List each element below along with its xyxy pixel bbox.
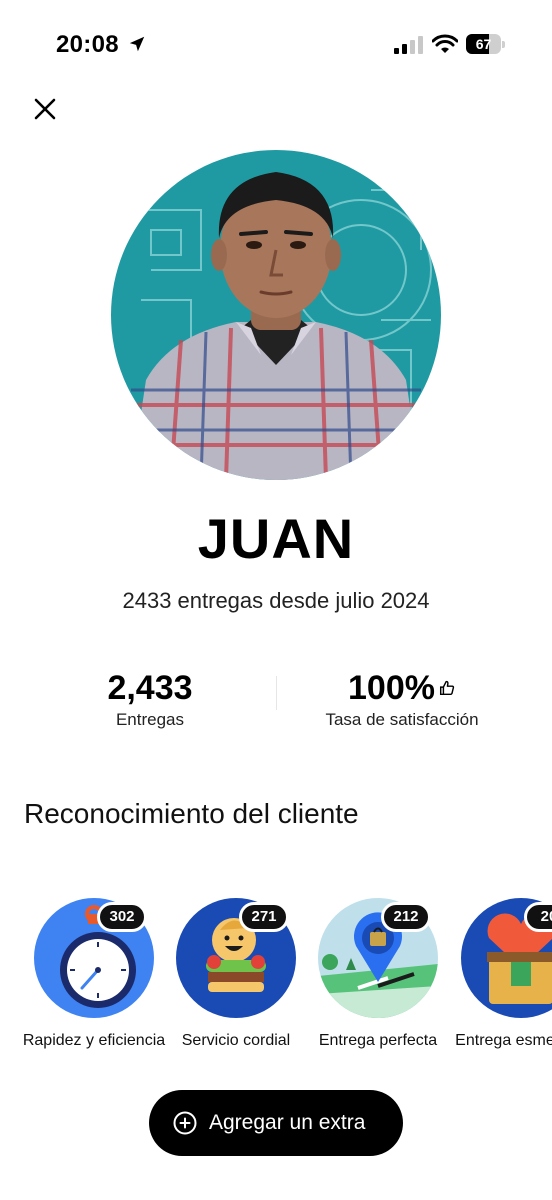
stat-satisfaction-value-row: 100%	[272, 668, 532, 708]
badge-label: Entrega perfecta	[318, 1032, 438, 1049]
stat-satisfaction-label: Tasa de satisfacción	[325, 710, 479, 729]
delivery-summary: 2433 entregas desde julio 2024	[122, 588, 430, 613]
badge-count: 271	[239, 902, 289, 932]
battery-indicator: 67	[466, 34, 506, 54]
close-button[interactable]	[28, 92, 62, 126]
status-time: 20:08	[56, 31, 119, 58]
stat-deliveries-value: 2,433	[107, 669, 193, 707]
badge-count: 212	[381, 902, 431, 932]
cellular-signal-icon	[394, 36, 423, 54]
badge-label: Rapidez y eficiencia	[22, 1032, 166, 1049]
badge-friendly-service[interactable]: 271 Servicio cordial	[171, 898, 301, 1078]
driver-avatar	[111, 150, 441, 480]
stat-deliveries: 2,433 Entregas	[20, 668, 280, 730]
section-title-recognition: Reconocimiento del cliente	[24, 798, 359, 829]
badge-label: Entrega esmerada	[455, 1032, 552, 1049]
plus-circle-icon	[173, 1111, 197, 1135]
badge-careful-delivery[interactable]: 20 Entrega esmerada	[455, 898, 552, 1078]
badge-count: 20	[524, 902, 552, 932]
badge-perfect-delivery[interactable]: 212 Entrega perfecta	[313, 898, 443, 1078]
driver-name: JUAN	[197, 507, 355, 570]
stat-satisfaction: 100% Tasa de satisfacción	[272, 668, 532, 730]
badge-label: Servicio cordial	[181, 1032, 291, 1049]
location-arrow-icon	[129, 36, 145, 52]
badge-count: 302	[97, 902, 147, 932]
add-tip-label: Agregar un extra	[209, 1111, 366, 1134]
stat-deliveries-label: Entregas	[115, 710, 185, 729]
close-icon	[34, 98, 56, 120]
badge-speed[interactable]: 302 Rapidez y eficiencia	[23, 898, 165, 1078]
battery-level: 67	[475, 36, 492, 52]
recognition-badges-carousel[interactable]: 302 Rapidez y eficiencia 271 Servicio co…	[0, 898, 552, 1078]
wifi-icon	[432, 34, 458, 53]
thumbs-up-icon	[439, 680, 455, 696]
stat-satisfaction-value: 100%	[348, 669, 435, 707]
status-bar: 20:08 67	[0, 0, 552, 90]
add-tip-button[interactable]: Agregar un extra	[149, 1090, 403, 1156]
